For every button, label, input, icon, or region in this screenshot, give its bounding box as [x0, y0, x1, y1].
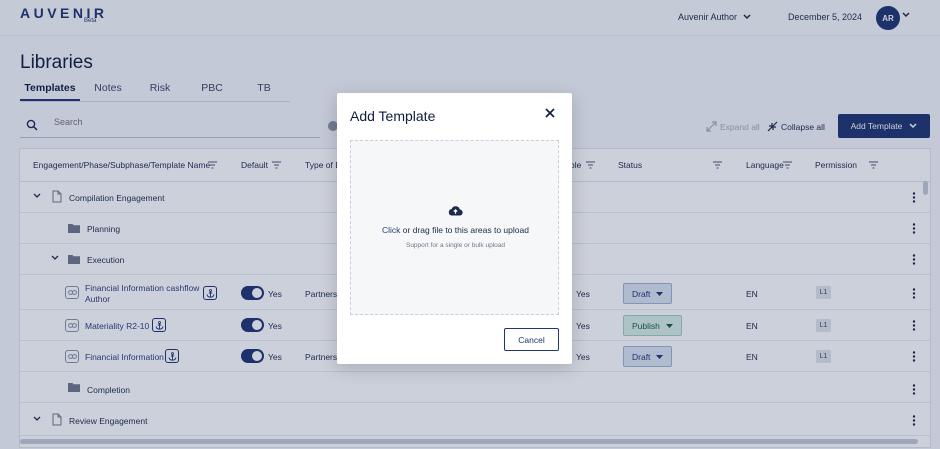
- add-template-modal: Add Template Click or drag file to this …: [337, 93, 572, 364]
- upload-dropzone[interactable]: Click or drag file to this areas to uplo…: [350, 140, 559, 315]
- upload-text: or drag file to this areas to upload: [400, 225, 529, 235]
- upload-hint: Support for a single or bulk upload: [405, 242, 505, 249]
- close-icon[interactable]: [545, 108, 555, 118]
- upload-click-link[interactable]: Click: [382, 225, 400, 235]
- upload-instructions: Click or drag file to this areas to uplo…: [351, 225, 560, 235]
- modal-title: Add Template: [350, 108, 436, 124]
- cloud-upload-icon: [448, 206, 463, 216]
- cancel-button[interactable]: Cancel: [504, 328, 559, 351]
